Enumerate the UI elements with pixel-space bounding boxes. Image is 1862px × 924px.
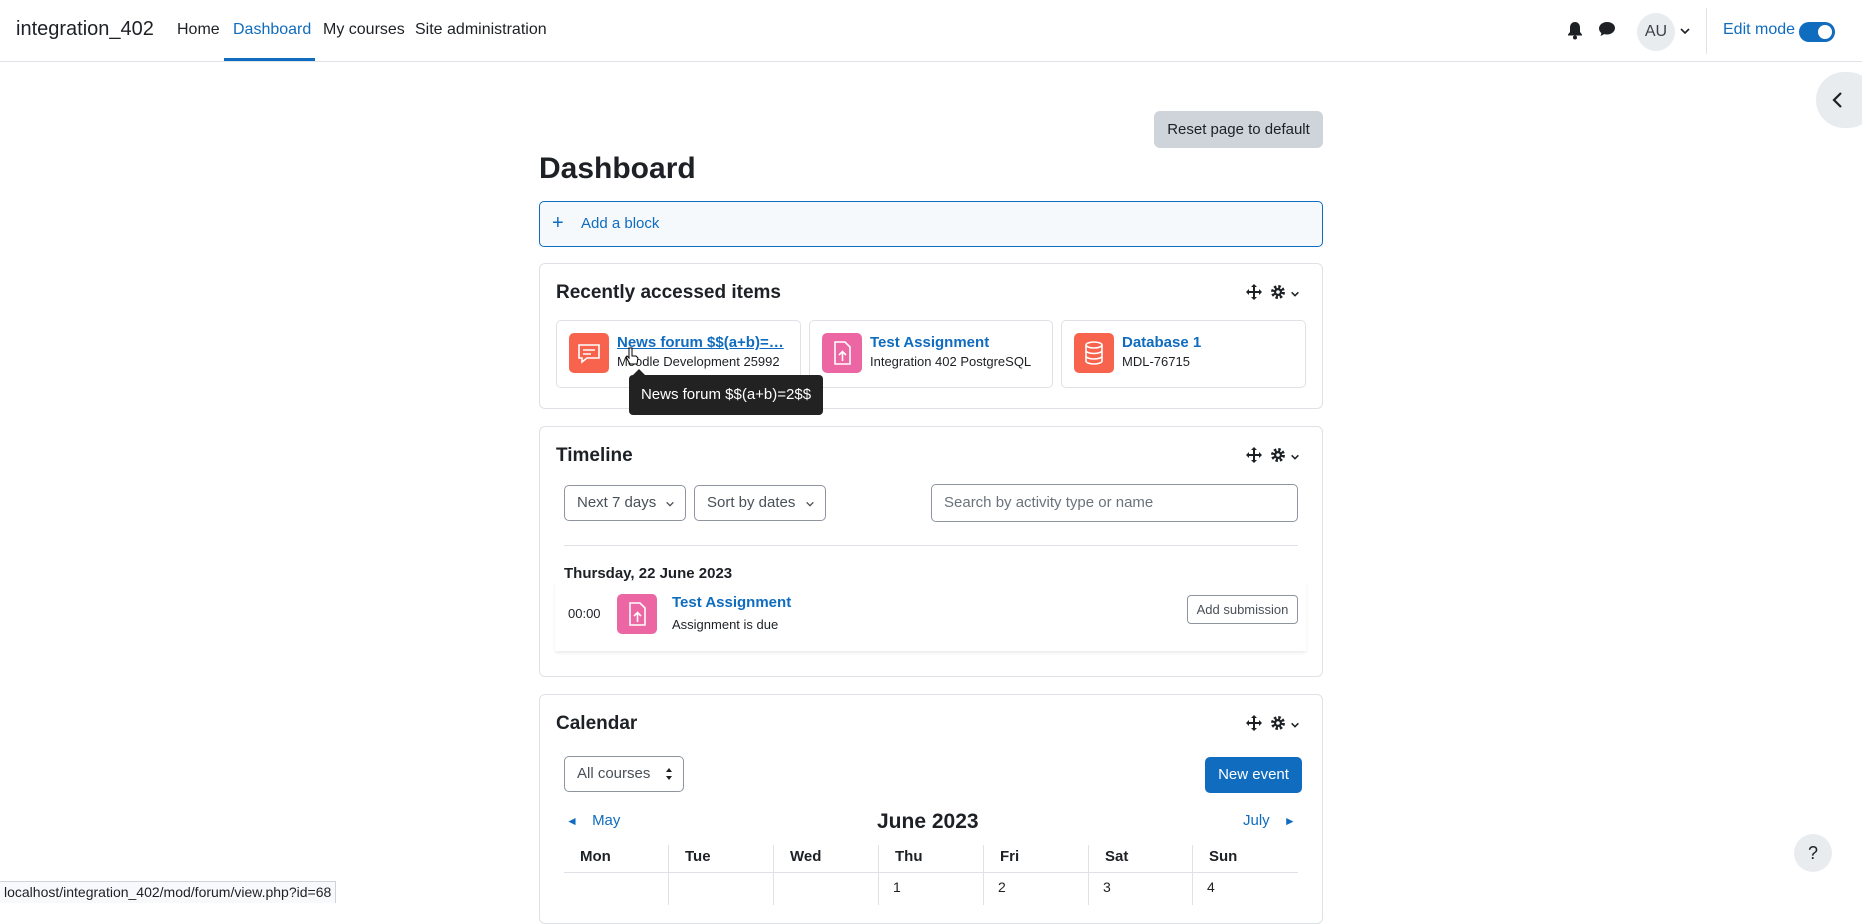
weekday-header: Tue xyxy=(685,848,711,865)
edit-mode-label: Edit mode xyxy=(1723,21,1796,38)
gear-icon[interactable] xyxy=(1270,284,1286,304)
recent-item-name[interactable]: News forum $$(a+b)=… xyxy=(617,334,789,351)
calendar-day xyxy=(669,872,773,912)
reset-page-button[interactable]: Reset page to default xyxy=(1154,111,1323,148)
nav-site-administration[interactable]: Site administration xyxy=(415,21,547,39)
calendar-day[interactable]: 1 xyxy=(879,872,983,912)
chevron-down-icon xyxy=(666,501,674,507)
block-controls xyxy=(1246,447,1302,467)
calendar-day xyxy=(774,872,878,912)
calendar-day[interactable]: 2 xyxy=(984,872,1088,912)
calendar-day[interactable]: 4 xyxy=(1193,872,1298,912)
recent-item-name[interactable]: Database 1 xyxy=(1122,334,1201,351)
move-icon[interactable] xyxy=(1246,284,1262,304)
block-title: Timeline xyxy=(556,445,633,466)
sort-arrows-icon xyxy=(666,768,672,780)
site-brand[interactable]: integration_402 xyxy=(16,18,154,41)
select-value: All courses xyxy=(577,765,651,782)
assignment-icon xyxy=(617,594,657,634)
navbar-divider xyxy=(1706,8,1707,54)
chevron-down-icon[interactable] xyxy=(1290,717,1300,734)
recent-item-course: Integration 402 PostgreSQL xyxy=(870,354,1032,369)
block-controls xyxy=(1246,715,1302,735)
plus-icon: + xyxy=(552,212,564,234)
weekday-header: Wed xyxy=(790,848,822,865)
toggle-knob xyxy=(1818,25,1832,39)
timeline-event-link[interactable]: Test Assignment xyxy=(672,594,791,611)
dropdown-value: Next 7 days xyxy=(577,494,657,511)
next-month-label: July xyxy=(1243,812,1270,829)
page-title: Dashboard xyxy=(539,152,696,185)
next-arrow-icon: ► xyxy=(1283,814,1296,828)
chevron-left-icon xyxy=(1832,92,1842,108)
new-event-button[interactable]: New event xyxy=(1205,757,1302,793)
gear-icon[interactable] xyxy=(1270,715,1286,735)
nav-my-courses[interactable]: My courses xyxy=(323,21,405,39)
browser-status-url: localhost/integration_402/mod/forum/view… xyxy=(0,881,337,903)
calendar-day[interactable]: 3 xyxy=(1089,872,1192,912)
weekday-header: Sat xyxy=(1105,848,1129,865)
calendar-day xyxy=(564,872,668,912)
block-title: Calendar xyxy=(556,713,638,734)
timeline-search-input[interactable]: Search by activity type or name xyxy=(931,484,1298,522)
nav-dashboard[interactable]: Dashboard xyxy=(233,21,311,39)
timeline-event-description: Assignment is due xyxy=(672,617,779,632)
recent-item-database[interactable]: Database 1 MDL-76715 xyxy=(1061,320,1306,388)
help-button[interactable]: ? xyxy=(1794,834,1832,872)
calendar-course-select[interactable]: All courses xyxy=(564,756,684,792)
recent-item-course: Moodle Development 25992 xyxy=(617,354,780,369)
divider xyxy=(564,545,1298,546)
timeline-date-heading: Thursday, 22 June 2023 xyxy=(564,565,733,582)
move-icon[interactable] xyxy=(1246,447,1262,467)
chat-icon[interactable] xyxy=(1598,20,1618,40)
recent-item-course: MDL-76715 xyxy=(1122,354,1190,369)
recent-item-assignment[interactable]: Test Assignment Integration 402 PostgreS… xyxy=(809,320,1053,388)
bell-icon[interactable] xyxy=(1566,20,1586,40)
weekday-header: Sun xyxy=(1209,848,1238,865)
timeline-event-time: 00:00 xyxy=(568,606,601,621)
nav-active-indicator xyxy=(224,58,315,61)
previous-arrow-icon: ◄ xyxy=(566,814,578,828)
calendar-month-title: June 2023 xyxy=(877,810,979,833)
move-icon[interactable] xyxy=(1246,715,1262,735)
weekday-header: Fri xyxy=(1000,848,1020,865)
open-drawer-button[interactable] xyxy=(1816,72,1862,128)
chevron-down-icon[interactable] xyxy=(1290,286,1300,303)
block-title: Recently accessed items xyxy=(556,282,781,303)
edit-mode-toggle[interactable] xyxy=(1799,22,1835,42)
previous-month-label: May xyxy=(592,812,621,829)
add-block-label: Add a block xyxy=(581,215,660,232)
weekday-header: Thu xyxy=(895,848,923,865)
timeline-sort-dropdown[interactable]: Sort by dates xyxy=(694,485,826,521)
add-block-button[interactable]: + Add a block xyxy=(539,201,1323,247)
nav-home[interactable]: Home xyxy=(177,21,220,39)
user-avatar[interactable]: AU xyxy=(1637,13,1675,51)
recent-item-name[interactable]: Test Assignment xyxy=(870,334,989,351)
chevron-down-icon[interactable] xyxy=(1290,449,1300,466)
block-controls xyxy=(1246,284,1302,304)
weekday-header: Mon xyxy=(580,848,611,865)
dropdown-value: Sort by dates xyxy=(707,494,796,511)
gear-icon[interactable] xyxy=(1270,447,1286,467)
add-submission-button[interactable]: Add submission xyxy=(1187,595,1298,624)
top-navbar: integration_402 Home Dashboard My course… xyxy=(0,0,1862,62)
chevron-down-icon[interactable] xyxy=(1679,24,1699,44)
timeline-filter-dropdown[interactable]: Next 7 days xyxy=(564,485,686,521)
chevron-down-icon xyxy=(806,501,814,507)
assignment-icon xyxy=(822,333,862,373)
next-month-link[interactable]: July ► xyxy=(1243,812,1296,829)
pointer-cursor-icon xyxy=(625,347,639,369)
previous-month-link[interactable]: ◄ May xyxy=(566,812,620,829)
forum-icon xyxy=(569,333,609,373)
tooltip: News forum $$(a+b)=2$$ xyxy=(629,375,823,415)
database-icon xyxy=(1074,333,1114,373)
